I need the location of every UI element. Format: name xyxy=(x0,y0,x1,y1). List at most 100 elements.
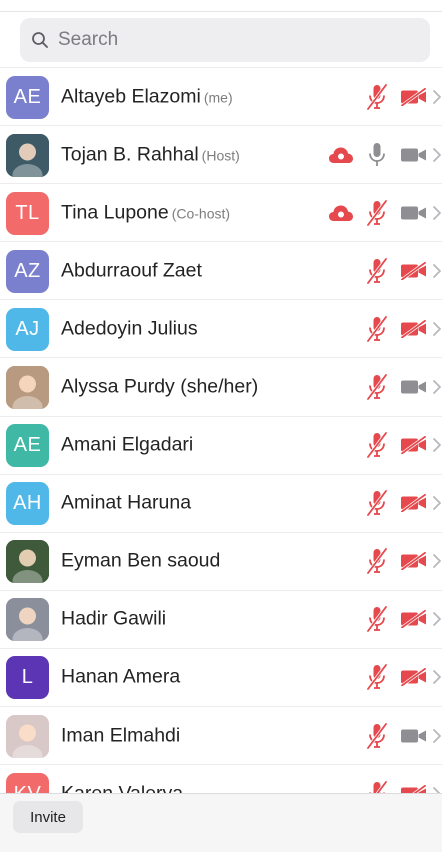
chevron-right-icon[interactable] xyxy=(432,147,442,163)
search-icon xyxy=(32,32,48,48)
participant-name-wrap: Amani Elgadari xyxy=(61,434,196,457)
video-off-icon[interactable] xyxy=(400,494,427,513)
participant-name-wrap: Eyman Ben saoud xyxy=(61,550,223,573)
profile-photo xyxy=(6,598,49,642)
mic-muted-icon[interactable] xyxy=(365,431,389,459)
participant-name: Adedoyin Julius xyxy=(61,317,198,340)
avatar: KV xyxy=(6,772,49,793)
cloud-recording-icon[interactable] xyxy=(328,203,354,223)
video-off-icon[interactable] xyxy=(400,436,427,455)
avatar xyxy=(6,714,49,758)
mic-muted-icon[interactable] xyxy=(365,605,389,633)
chevron-right-icon[interactable] xyxy=(432,728,442,744)
top-divider xyxy=(0,11,442,12)
mic-muted-icon[interactable] xyxy=(365,315,389,343)
participant-name-wrap: Tina Lupone (Co-host) xyxy=(61,201,230,224)
participant-name: Iman Elmahdi xyxy=(61,724,181,747)
video-icon[interactable] xyxy=(400,727,427,745)
video-off-icon[interactable] xyxy=(400,319,427,338)
participant-name: Hanan Amera xyxy=(61,665,181,688)
mic-muted-icon[interactable] xyxy=(365,373,389,401)
participant-name-wrap: Alyssa Purdy (she/her) xyxy=(61,376,261,399)
participant-name-wrap: Altayeb Elazomi (me) xyxy=(61,85,233,108)
mic-muted-icon[interactable] xyxy=(365,489,389,517)
avatar: AZ xyxy=(6,249,49,293)
participant-row[interactable]: KV Karen Valerya xyxy=(0,765,442,793)
participant-name: Aminat Haruna xyxy=(61,491,192,514)
mic-muted-icon[interactable] xyxy=(365,663,389,692)
bottom-bar: Invite xyxy=(0,793,442,852)
participant-name: Tojan B. Rahhal xyxy=(61,143,199,166)
participant-name: Tina Lupone xyxy=(61,201,169,224)
mic-muted-icon[interactable] xyxy=(365,199,389,227)
participant-name-wrap: Hadir Gawili xyxy=(61,608,169,631)
video-off-icon[interactable] xyxy=(400,552,427,571)
chevron-right-icon[interactable] xyxy=(432,263,442,279)
participant-name: Alyssa Purdy (she/her) xyxy=(61,375,259,398)
participant-row[interactable]: AE Amani Elgadari xyxy=(0,417,442,475)
participant-name: Hadir Gawili xyxy=(61,607,167,630)
mic-muted-icon[interactable] xyxy=(365,257,389,285)
participant-name-wrap: Adedoyin Julius xyxy=(61,317,201,340)
participant-row[interactable]: Alyssa Purdy (she/her) xyxy=(0,358,442,417)
profile-photo xyxy=(6,540,49,584)
avatar: AJ xyxy=(6,307,49,351)
participant-name-wrap: Karen Valerya xyxy=(61,782,186,793)
mic-muted-icon[interactable] xyxy=(365,82,389,111)
participant-role: (me) xyxy=(203,89,233,106)
chevron-right-icon[interactable] xyxy=(432,495,442,511)
participant-name: Altayeb Elazomi xyxy=(61,85,201,108)
chevron-right-icon[interactable] xyxy=(432,205,442,221)
participant-name-wrap: Abdurraouf Zaet xyxy=(61,259,205,282)
cloud-recording-icon[interactable] xyxy=(328,145,354,165)
video-off-icon[interactable] xyxy=(400,610,427,629)
profile-photo xyxy=(6,366,49,410)
participant-name: Amani Elgadari xyxy=(61,433,194,456)
participant-row[interactable]: Tojan B. Rahhal (Host) xyxy=(0,126,442,185)
video-off-icon[interactable] xyxy=(400,87,427,106)
mic-muted-icon[interactable] xyxy=(365,780,389,793)
chevron-right-icon[interactable] xyxy=(432,321,442,337)
participant-name-wrap: Iman Elmahdi xyxy=(61,724,183,747)
video-icon[interactable] xyxy=(400,378,427,396)
participant-row[interactable]: L Hanan Amera xyxy=(0,649,442,708)
chevron-right-icon[interactable] xyxy=(432,786,442,793)
video-off-icon[interactable] xyxy=(400,668,427,687)
avatar: AH xyxy=(6,482,49,526)
avatar xyxy=(6,366,49,410)
participant-row[interactable]: AZ Abdurraouf Zaet xyxy=(0,242,442,301)
video-off-icon[interactable] xyxy=(400,261,427,280)
participant-row[interactable]: Iman Elmahdi xyxy=(0,707,442,766)
participant-row[interactable]: AJ Adedoyin Julius xyxy=(0,300,442,359)
participant-row[interactable]: Eyman Ben saoud xyxy=(0,533,442,591)
mic-muted-icon[interactable] xyxy=(365,547,389,575)
video-off-icon[interactable] xyxy=(400,784,427,793)
video-icon[interactable] xyxy=(400,204,427,222)
invite-button[interactable]: Invite xyxy=(13,801,83,833)
chevron-right-icon[interactable] xyxy=(432,379,442,395)
mic-icon[interactable] xyxy=(365,141,389,169)
video-icon[interactable] xyxy=(400,146,427,164)
search-bar[interactable] xyxy=(20,18,430,62)
participant-name-wrap: Hanan Amera xyxy=(61,666,183,689)
chevron-right-icon[interactable] xyxy=(432,89,442,105)
chevron-right-icon[interactable] xyxy=(432,611,442,627)
participant-name-wrap: Tojan B. Rahhal (Host) xyxy=(61,143,240,166)
profile-photo xyxy=(6,133,49,177)
participant-row[interactable]: TL Tina Lupone (Co-host) xyxy=(0,184,442,243)
participant-name: Karen Valerya xyxy=(61,782,183,793)
avatar: L xyxy=(6,656,49,700)
participant-row[interactable]: Hadir Gawili xyxy=(0,591,442,649)
participant-row[interactable]: AH Aminat Haruna xyxy=(0,475,442,533)
avatar xyxy=(6,540,49,584)
participant-row[interactable]: AE Altayeb Elazomi (me) xyxy=(0,68,442,127)
mic-muted-icon[interactable] xyxy=(365,721,389,750)
chevron-right-icon[interactable] xyxy=(432,437,442,453)
participant-role: (Host) xyxy=(201,147,240,164)
chevron-right-icon[interactable] xyxy=(432,553,442,569)
avatar xyxy=(6,133,49,177)
chevron-right-icon[interactable] xyxy=(432,669,442,685)
avatar xyxy=(6,598,49,642)
participant-list: AE Altayeb Elazomi (me) Tojan B. Rahhal (H… xyxy=(0,67,442,793)
search-input[interactable] xyxy=(58,29,398,51)
